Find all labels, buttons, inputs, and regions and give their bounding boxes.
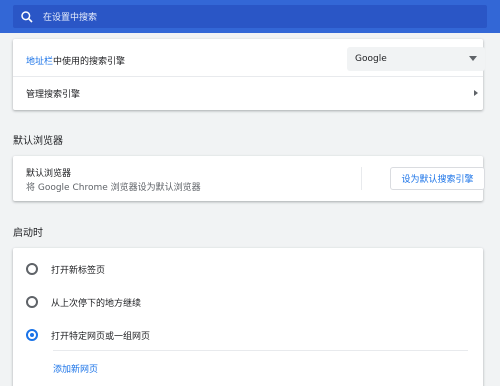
divider	[13, 76, 483, 77]
search-engine-select[interactable]: Google	[347, 47, 485, 71]
vertical-separator	[361, 167, 362, 190]
default-browser-title: 默认浏览器	[26, 169, 72, 179]
set-default-button[interactable]: 设为默认搜索引擎	[390, 167, 485, 190]
address-bar-link[interactable]: 地址栏	[26, 54, 53, 67]
search-input[interactable]: 在设置中搜索	[43, 10, 97, 23]
startup-section-title: 启动时	[13, 228, 43, 239]
manage-search-engines-row[interactable]: 管理搜索引擎	[13, 80, 483, 106]
manage-search-engines-label: 管理搜索引擎	[26, 89, 81, 100]
divider	[53, 350, 468, 351]
search-engine-label: 中使用的搜索引擎	[53, 56, 126, 67]
selected-engine-value: Google	[355, 54, 387, 64]
startup-card: 打开新标签页 从上次停下的地方继续 打开特定网页或一组网页 添加新网页	[13, 248, 483, 386]
startup-option-label: 从上次停下的地方继续	[51, 298, 142, 309]
startup-option-label: 打开新标签页	[51, 265, 106, 276]
startup-option[interactable]: 打开特定网页或一组网页	[13, 320, 483, 350]
search-icon	[20, 10, 34, 24]
startup-option-label: 打开特定网页或一组网页	[51, 331, 151, 342]
default-browser-section-title: 默认浏览器	[13, 136, 63, 147]
radio-button[interactable]	[26, 263, 38, 275]
radio-button-selected[interactable]	[26, 329, 38, 341]
startup-option[interactable]: 从上次停下的地方继续	[13, 287, 483, 317]
search-box[interactable]: 在设置中搜索	[13, 5, 487, 28]
startup-option[interactable]: 打开新标签页	[13, 254, 483, 284]
default-browser-subtitle: 将 Google Chrome 浏览器设为默认浏览器	[26, 183, 201, 193]
radio-button[interactable]	[26, 296, 38, 308]
add-page-link[interactable]: 添加新网页	[53, 362, 98, 375]
dropdown-arrow-icon	[469, 56, 477, 61]
chevron-right-icon[interactable]	[474, 90, 478, 96]
settings-header: 在设置中搜索	[0, 0, 500, 33]
